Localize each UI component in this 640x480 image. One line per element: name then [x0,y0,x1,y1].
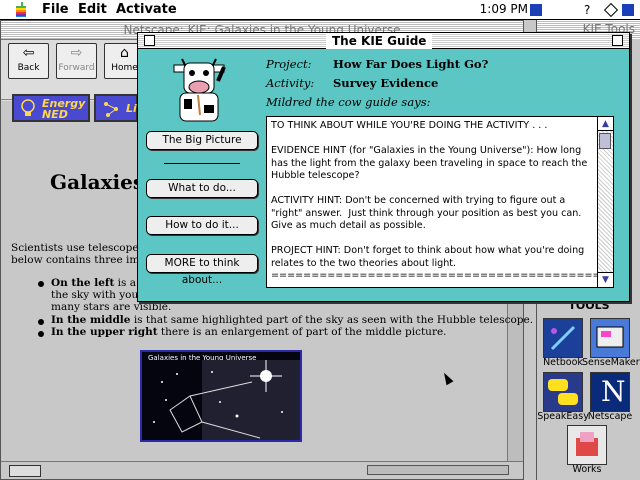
netscape-label: Netscape [587,411,633,422]
sensemaker-icon[interactable] [590,318,630,358]
menu-file[interactable]: File [42,2,69,17]
netscape-icon[interactable]: N [590,372,630,412]
big-picture-button[interactable]: The Big Picture [146,131,258,150]
forward-arrow-icon: ⇨ [70,45,83,61]
netbook-icon[interactable] [543,318,583,358]
back-button[interactable]: ⇦ Back [8,43,49,79]
battery-icon[interactable] [530,4,542,16]
more-to-think-about-button[interactable]: MORE to think about... [146,254,258,286]
activity-value: Survey Evidence [333,76,439,90]
progress-bar [367,465,509,475]
kie-guide-title-bar[interactable]: The KIE Guide [138,33,629,49]
speakeasy-icon[interactable] [543,372,583,412]
cow-guide-icon [173,58,226,122]
lightbulb-icon [21,99,35,116]
bullet-dot [38,319,44,325]
kie-guide-title: The KIE Guide [326,33,433,49]
bullet-left-line2: the sky with your [51,289,144,301]
menu-bar: File Edit Activate 1:09 PM ? [0,0,640,20]
kie-guide-window: The KIE Guide Project: How Far Does Ligh… [137,32,630,302]
sensemaker-label: SenseMaker [582,357,640,368]
activity-label: Activity: [266,76,315,90]
network-icon [104,102,118,117]
bullet-left: On the left is a p [51,277,147,289]
energy-ned-button[interactable]: Energy NED [12,94,90,122]
hint-scroll-thumb[interactable] [599,133,611,149]
hint-text-area[interactable]: TO THINK ABOUT WHILE YOU'RE DOING THE AC… [266,116,614,288]
back-arrow-icon: ⇦ [22,45,35,61]
application-menu-icon[interactable] [622,4,634,16]
galaxy-image[interactable]: Galaxies in the Young Universe [140,350,302,442]
hint-scroll-track[interactable] [598,131,613,272]
project-label: Project: [266,57,312,71]
works-label: Works [572,464,602,475]
intro-line-1: Scientists use telescopes to [11,242,158,254]
bullet-left-line3: many stars are visible. [51,301,172,313]
what-to-do-button[interactable]: What to do... [146,179,258,198]
bullet-upper-right: In the upper right there is an enlargeme… [51,326,447,338]
bullet-dot [38,331,44,337]
menu-activate[interactable]: Activate [116,2,177,17]
scroll-up-arrow-icon[interactable]: ▲ [598,117,613,131]
forward-button[interactable]: ⇨ Forward [56,43,97,79]
bullet-dot [38,281,44,287]
bullet-middle: In the middle is that same highlighted p… [51,314,534,326]
scroll-down-arrow-icon[interactable]: ▼ [598,272,613,286]
menu-edit[interactable]: Edit [78,2,107,17]
security-key-icon [9,465,41,477]
starfield-graphic [153,360,300,440]
hint-scrollbar[interactable]: ▲ ▼ [597,117,613,287]
balloon-icon[interactable] [603,2,619,18]
hint-text: TO THINK ABOUT WHILE YOU'RE DOING THE AC… [271,120,613,281]
page-heading: Galaxies [50,170,145,194]
button-divider [164,163,240,164]
apple-menu-icon[interactable] [14,2,28,18]
guide-says-label: Mildred the cow guide says: [266,95,431,109]
help-icon[interactable]: ? [584,3,598,17]
project-value: How Far Does Light Go? [333,57,489,71]
zoom-box-icon[interactable] [612,35,623,46]
link-button[interactable]: Li [94,94,138,122]
how-to-do-it-button[interactable]: How to do it... [146,216,258,235]
works-icon[interactable] [567,425,607,465]
menu-clock[interactable]: 1:09 PM [480,2,528,16]
close-box-icon[interactable] [144,35,155,46]
status-bar [1,461,523,479]
